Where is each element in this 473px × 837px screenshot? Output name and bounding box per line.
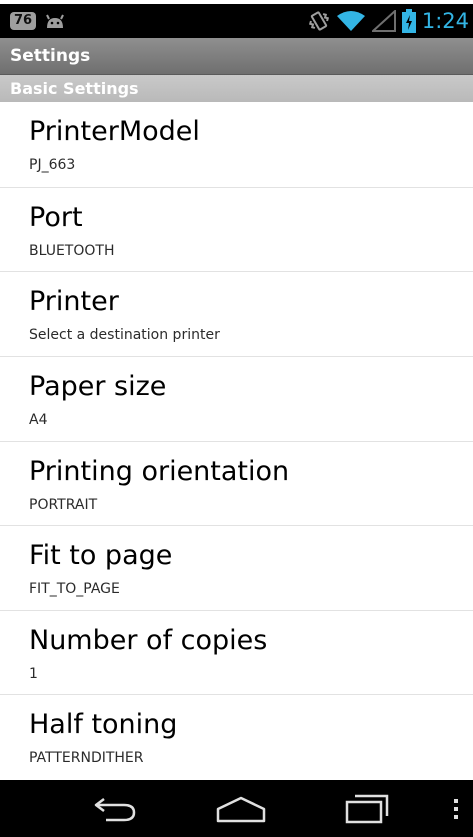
back-button[interactable]: [70, 780, 160, 837]
android-debug-icon: [46, 14, 64, 28]
status-notifications: 76: [10, 12, 66, 30]
status-clock: 1:24: [421, 9, 469, 33]
pref-port[interactable]: Port BLUETOOTH: [0, 188, 473, 273]
pref-title: Printing orientation: [29, 456, 290, 487]
pref-summary: BLUETOOTH: [29, 243, 115, 259]
vibrate-icon: [308, 11, 329, 31]
pref-fit-to-page[interactable]: Fit to page FIT_TO_PAGE: [0, 526, 473, 611]
pref-number-of-copies[interactable]: Number of copies 1: [0, 611, 473, 696]
preference-list[interactable]: PrinterModel PJ_663 Port BLUETOOTH Print…: [0, 102, 473, 780]
overflow-menu-button[interactable]: [443, 780, 469, 837]
pref-printer-model[interactable]: PrinterModel PJ_663: [0, 102, 473, 187]
pref-printing-orientation[interactable]: Printing orientation PORTRAIT: [0, 442, 473, 527]
navigation-bar: [0, 780, 473, 837]
overflow-menu-icon: [454, 798, 458, 819]
wifi-icon: [336, 11, 365, 31]
pref-half-toning[interactable]: Half toning PATTERNDITHER: [0, 695, 473, 780]
home-button[interactable]: [196, 780, 286, 837]
pref-summary: PORTRAIT: [29, 497, 98, 513]
pref-summary: Select a destination printer: [29, 327, 220, 343]
category-title: Basic Settings: [10, 79, 139, 98]
pref-paper-size[interactable]: Paper size A4: [0, 357, 473, 442]
home-icon: [216, 796, 266, 822]
pref-summary: PJ_663: [29, 157, 76, 173]
pref-title: Half toning: [29, 709, 178, 740]
pref-title: Printer: [29, 286, 119, 317]
pref-title: Fit to page: [29, 540, 173, 571]
pref-title: PrinterModel: [29, 116, 200, 147]
title-bar: Settings: [0, 38, 473, 75]
status-bar: 76 1:24: [0, 4, 473, 38]
pref-printer[interactable]: Printer Select a destination printer: [0, 272, 473, 357]
pref-summary: 1: [29, 666, 38, 682]
pref-title: Number of copies: [29, 625, 268, 656]
recent-apps-icon: [345, 794, 389, 823]
status-system-icons: 1:24: [308, 8, 469, 34]
pref-summary: FIT_TO_PAGE: [29, 581, 120, 597]
page-title: Settings: [10, 46, 91, 66]
battery-charging-icon: [401, 9, 416, 33]
back-icon: [94, 797, 136, 821]
pref-title: Paper size: [29, 371, 167, 402]
pref-title: Port: [29, 202, 83, 233]
recent-apps-button[interactable]: [322, 780, 412, 837]
pref-summary: PATTERNDITHER: [29, 750, 144, 766]
notification-count-badge: 76: [10, 12, 37, 30]
pref-summary: A4: [29, 412, 48, 428]
signal-icon: [371, 10, 396, 32]
category-header-basic-settings: Basic Settings: [0, 75, 473, 102]
